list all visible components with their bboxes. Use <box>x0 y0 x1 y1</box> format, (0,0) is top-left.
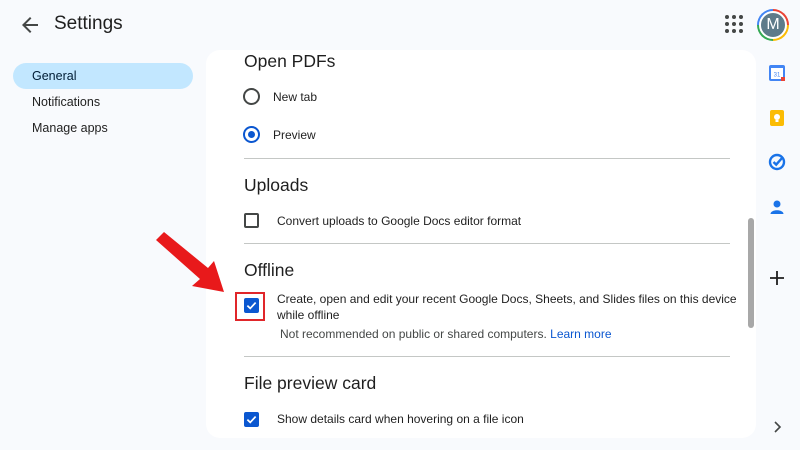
nav-item-general[interactable]: General <box>13 63 193 89</box>
section-title-uploads: Uploads <box>244 175 309 195</box>
google-apps-icon[interactable] <box>724 14 744 34</box>
account-avatar[interactable]: M <box>757 9 789 41</box>
tasks-icon[interactable] <box>768 153 786 171</box>
divider <box>244 356 730 357</box>
contacts-icon[interactable] <box>768 198 786 216</box>
calendar-icon[interactable]: 31 <box>768 64 786 82</box>
checkbox-offline[interactable] <box>244 298 259 313</box>
keep-icon[interactable] <box>768 109 786 127</box>
scrollbar-thumb[interactable] <box>748 218 754 328</box>
radio-label-preview: Preview <box>273 128 316 142</box>
radio-preview[interactable] <box>243 126 260 143</box>
checkmark-icon <box>246 415 257 424</box>
nav-item-notifications[interactable]: Notifications <box>13 89 193 115</box>
avatar-letter: M <box>759 11 787 39</box>
radio-label-new-tab: New tab <box>273 90 318 104</box>
checkbox-convert-uploads[interactable] <box>244 213 259 228</box>
divider <box>244 243 730 244</box>
page-title: Settings <box>54 13 123 34</box>
checkbox-file-preview[interactable] <box>244 412 259 427</box>
divider <box>244 158 730 159</box>
radio-new-tab[interactable] <box>243 88 260 105</box>
settings-card: Open PDFs New tab Preview Uploads Conver… <box>206 50 756 438</box>
annotation-arrow-icon <box>156 232 224 292</box>
checkmark-icon <box>246 301 257 310</box>
checkbox-label-convert-uploads: Convert uploads to Google Docs editor fo… <box>277 214 522 228</box>
section-title-offline: Offline <box>244 260 295 280</box>
offline-note: Not recommended on public or shared comp… <box>280 327 612 341</box>
add-icon[interactable] <box>769 270 785 286</box>
settings-nav: General Notifications Manage apps <box>13 63 193 141</box>
checkbox-label-offline-line1: Create, open and edit your recent Google… <box>277 292 737 306</box>
chevron-right-icon[interactable] <box>771 420 783 434</box>
section-title-open-pdfs: Open PDFs <box>244 51 336 71</box>
offline-note-text: Not recommended on public or shared comp… <box>280 327 547 341</box>
section-title-file-preview: File preview card <box>244 373 377 393</box>
checkbox-label-offline-line2: while offline <box>277 308 340 322</box>
learn-more-link[interactable]: Learn more <box>550 327 611 341</box>
back-arrow-icon[interactable] <box>18 13 42 37</box>
calendar-day: 31 <box>774 73 781 79</box>
nav-item-manage-apps[interactable]: Manage apps <box>13 115 193 141</box>
checkbox-label-file-preview: Show details card when hovering on a fil… <box>277 412 524 426</box>
top-bar: Settings M <box>0 0 800 50</box>
